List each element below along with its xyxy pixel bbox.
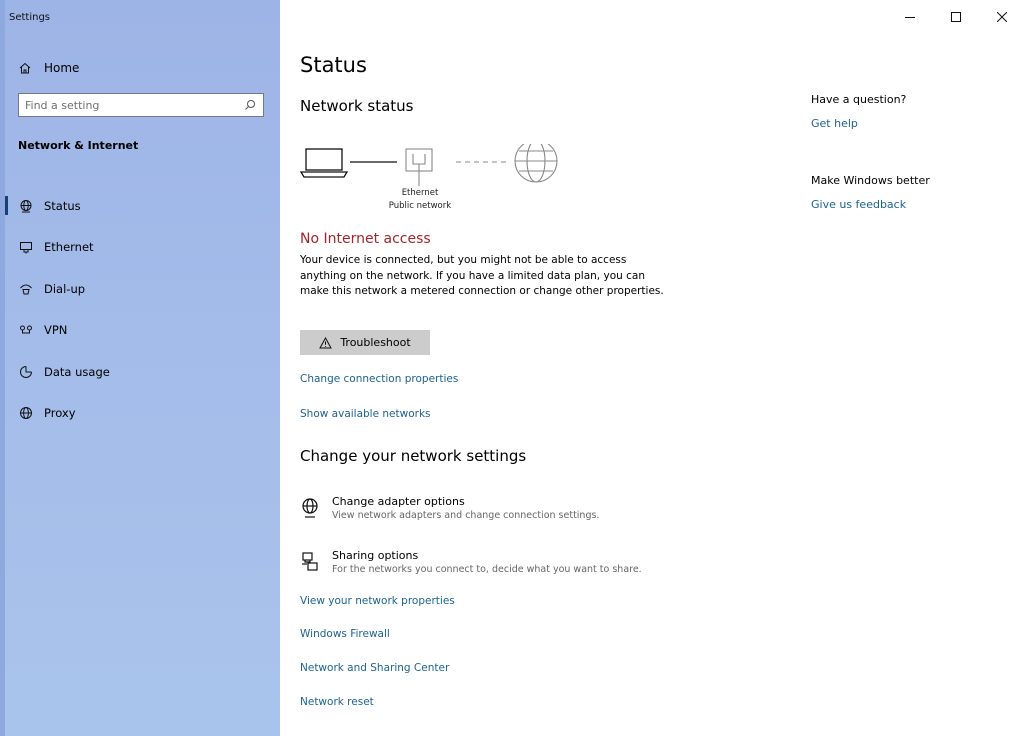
sidebar: Settings Home Network & Internet Status … (0, 0, 280, 736)
status-description: Your device is connected, but you might … (300, 254, 664, 297)
sidebar-item-label: Data usage (44, 364, 110, 379)
home-icon (18, 61, 32, 75)
network-diagram-graphic (299, 139, 558, 186)
sidebar-item-data-usage[interactable]: Data usage (0, 351, 280, 393)
change-settings-heading: Change your network settings (300, 447, 527, 465)
show-available-networks-link[interactable]: Show available networks (300, 408, 431, 420)
search-input[interactable] (19, 95, 241, 115)
sidebar-item-ethernet[interactable]: Ethernet (0, 227, 280, 269)
sidebar-item-label: Proxy (44, 406, 76, 421)
sidebar-item-status[interactable]: Status (0, 185, 280, 227)
nav-list: Status Ethernet Dial-up VPN Data usage P… (0, 185, 280, 434)
sidebar-item-label: Dial-up (44, 281, 86, 296)
data-usage-icon (18, 365, 34, 379)
sidebar-item-label: Ethernet (44, 240, 94, 255)
dialup-icon (18, 282, 34, 296)
sharing-icon (300, 551, 320, 573)
sidebar-item-label: VPN (44, 323, 68, 338)
adapter-label: Ethernet (401, 188, 439, 198)
change-connection-properties-link[interactable]: Change connection properties (300, 373, 458, 385)
search-box[interactable] (18, 93, 264, 117)
globe-icon (18, 406, 34, 420)
section-title: Network & Internet (18, 139, 139, 152)
option-desc: View network adapters and change connect… (332, 510, 600, 521)
troubleshoot-button[interactable]: Troubleshoot (300, 330, 430, 355)
network-sharing-center-link[interactable]: Network and Sharing Center (300, 662, 449, 674)
option-desc: For the networks you connect to, decide … (332, 564, 642, 575)
window-controls (887, 6, 1025, 28)
network-status-heading: Network status (300, 97, 414, 115)
laptop-icon (299, 148, 349, 178)
windows-firewall-link[interactable]: Windows Firewall (300, 628, 390, 640)
ethernet-icon (18, 240, 34, 254)
maximize-button[interactable] (933, 6, 979, 28)
globe-icon (18, 199, 34, 213)
internet-globe-icon (514, 139, 558, 183)
view-network-properties-link[interactable]: View your network properties (300, 595, 455, 607)
get-help-link[interactable]: Get help (811, 117, 858, 130)
adapter-icon (300, 497, 320, 519)
sidebar-item-vpn[interactable]: VPN (0, 310, 280, 352)
change-adapter-options[interactable]: Change adapter options View network adap… (300, 495, 599, 521)
sidebar-item-dialup[interactable]: Dial-up (0, 268, 280, 310)
sidebar-item-proxy[interactable]: Proxy (0, 393, 280, 435)
alert-title: No Internet access (300, 231, 431, 247)
home-link[interactable]: Home (18, 56, 79, 80)
close-button[interactable] (979, 6, 1025, 28)
option-title: Change adapter options (332, 495, 465, 508)
give-feedback-link[interactable]: Give us feedback (811, 198, 906, 211)
ethernet-adapter-icon (405, 148, 433, 186)
warning-icon (319, 336, 333, 349)
question-heading: Have a question? (811, 93, 907, 106)
troubleshoot-label: Troubleshoot (340, 336, 411, 349)
search-icon[interactable] (241, 99, 259, 111)
network-diagram: Ethernet Public network (299, 139, 570, 219)
option-title: Sharing options (332, 549, 419, 562)
minimize-button[interactable] (887, 6, 933, 28)
page-title: Status (300, 53, 367, 77)
app-title: Settings (9, 12, 51, 23)
network-type-label: Public network (388, 201, 452, 211)
make-better-heading: Make Windows better (811, 174, 930, 187)
sharing-options[interactable]: Sharing options For the networks you con… (300, 549, 642, 575)
sidebar-item-label: Status (44, 198, 81, 213)
vpn-icon (18, 323, 34, 337)
home-label: Home (44, 61, 80, 75)
network-reset-link[interactable]: Network reset (300, 696, 374, 708)
